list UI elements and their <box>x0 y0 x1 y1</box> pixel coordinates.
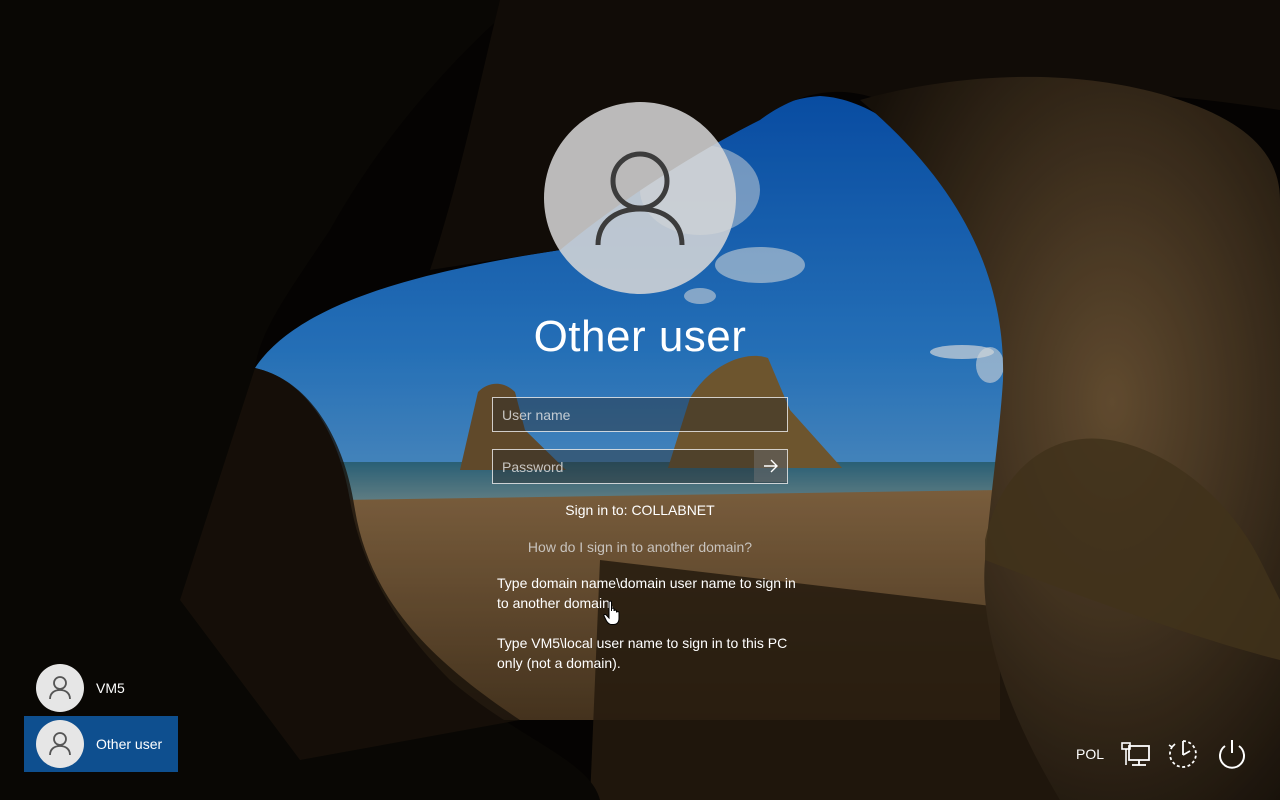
user-tile-other-user[interactable]: Other user <box>24 716 178 772</box>
password-field[interactable] <box>492 449 788 484</box>
ease-of-access-icon[interactable] <box>1166 737 1200 771</box>
network-icon[interactable] <box>1119 737 1153 771</box>
language-indicator[interactable]: POL <box>1076 746 1104 762</box>
hand-cursor-icon <box>603 600 620 625</box>
power-icon[interactable] <box>1215 737 1249 771</box>
username-field[interactable] <box>492 397 788 432</box>
user-tile-label: VM5 <box>96 680 125 696</box>
local-hint-text: Type VM5\local user name to sign in to t… <box>497 635 788 671</box>
person-icon <box>595 151 685 246</box>
username-input[interactable] <box>493 398 787 431</box>
sign-in-domain-label: Sign in to: COLLABNET <box>565 502 715 518</box>
submit-button[interactable] <box>754 450 787 482</box>
person-icon <box>49 732 71 756</box>
domain-hint-text: Type domain name\domain user name to sig… <box>497 575 796 611</box>
user-avatar-small <box>36 664 84 712</box>
password-input[interactable] <box>493 450 755 483</box>
user-tile-label: Other user <box>96 736 163 752</box>
user-avatar <box>544 102 736 294</box>
user-title: Other user <box>533 312 747 361</box>
arrow-right-icon <box>763 459 778 473</box>
user-tile-vm5[interactable]: VM5 <box>24 660 178 716</box>
user-avatar-small <box>36 720 84 768</box>
person-icon <box>49 676 71 700</box>
other-domain-help-link[interactable]: How do I sign in to another domain? <box>440 539 840 555</box>
